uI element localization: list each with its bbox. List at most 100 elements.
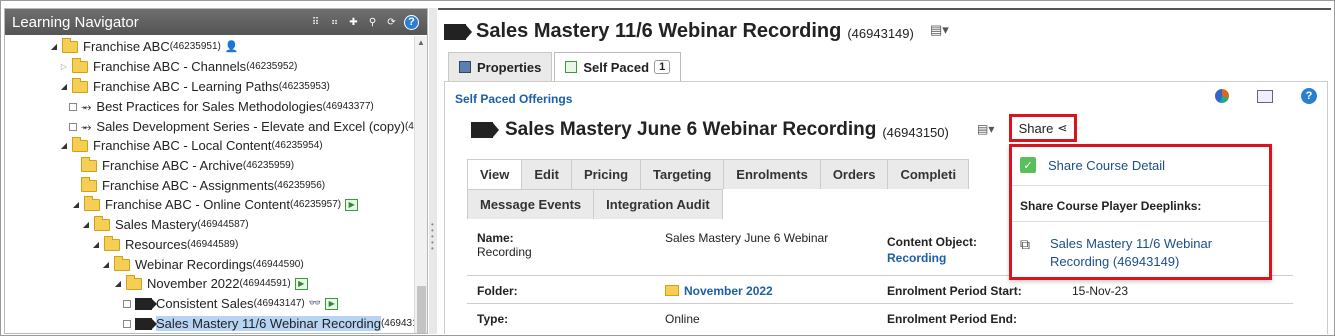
leaf-box-icon	[123, 299, 131, 308]
subtab-pricing[interactable]: Pricing	[570, 159, 642, 189]
offering-title-row: Sales Mastery June 6 Webinar Recording (…	[471, 119, 949, 141]
top-divider	[438, 8, 1331, 10]
tree-node-sales-mastery[interactable]: ◢ Sales Mastery (46944587)	[81, 215, 249, 234]
preview-icon[interactable]	[1257, 89, 1273, 103]
expanded-arrow-icon[interactable]: ◢	[71, 200, 81, 209]
tab-properties[interactable]: Properties	[448, 52, 553, 81]
panel-splitter[interactable]: • • • • •	[429, 8, 437, 334]
share-button[interactable]: Share ⋖	[1009, 114, 1077, 142]
tree-node-resources[interactable]: ◢ Resources (46944589)	[91, 235, 238, 254]
enrolment-start-value: 15-Nov-23	[1072, 284, 1129, 298]
offering-menu-icon[interactable]: ▤▾	[977, 122, 994, 136]
share-course-detail-item[interactable]: ✓ Share Course Detail	[1020, 157, 1165, 173]
folder-label: Folder:	[477, 284, 518, 298]
offering-id: (46943150)	[882, 124, 949, 140]
search-icon[interactable]: ⚲	[366, 16, 379, 29]
refresh-icon[interactable]: ⟳	[385, 16, 398, 29]
self-paced-play-icon	[565, 61, 578, 73]
page-title-row: Sales Mastery 11/6 Webinar Recording (46…	[444, 20, 914, 43]
folder-open-icon	[104, 235, 120, 251]
help-icon[interactable]: ?	[1301, 88, 1317, 104]
tab-count-badge: 1	[654, 60, 671, 74]
video-camera-icon	[444, 23, 472, 40]
expanded-arrow-icon[interactable]: ◢	[101, 260, 111, 269]
menu-divider	[1012, 185, 1269, 186]
folder-icon	[72, 57, 88, 73]
navigator-toolbar: ⠿ ⠶ ✚ ⚲ ⟳ ?	[309, 14, 427, 30]
video-camera-icon	[471, 122, 499, 138]
expanded-arrow-icon[interactable]: ◢	[81, 220, 91, 229]
subtab-orders[interactable]: Orders	[819, 159, 889, 189]
learning-navigator-panel: Learning Navigator ⠿ ⠶ ✚ ⚲ ⟳ ? ◢ Franchi…	[4, 8, 428, 334]
enrolment-start-label: Enrolment Period Start:	[887, 284, 1022, 298]
navigator-header: Learning Navigator ⠿ ⠶ ✚ ⚲ ⟳ ?	[5, 9, 427, 35]
expanded-arrow-icon[interactable]: ◢	[59, 141, 69, 150]
tree-node-selected-webinar[interactable]: Sales Mastery 11/6 Webinar Recording (469…	[123, 314, 418, 333]
expanded-arrow-icon[interactable]: ◢	[49, 42, 59, 51]
tab-self-paced[interactable]: Self Paced 1	[554, 52, 682, 81]
section-label: Self Paced Offerings	[455, 92, 573, 106]
video-camera-icon	[135, 317, 157, 330]
self-paced-play-icon: ▶	[345, 198, 359, 211]
expanded-arrow-icon[interactable]: ◢	[91, 240, 101, 249]
panel-toolbar: ?	[1215, 88, 1317, 104]
tree-node-webinar-recordings[interactable]: ◢ Webinar Recordings (46944590)	[101, 255, 304, 274]
tree-node-sales-development[interactable]: ⥇ Sales Development Series - Elevate and…	[69, 117, 414, 136]
subtab-targeting[interactable]: Targeting	[640, 159, 725, 189]
pie-chart-icon[interactable]	[1215, 89, 1229, 103]
tree-node-online-content[interactable]: ◢ Franchise ABC - Online Content (4623595…	[71, 195, 359, 214]
content-object-link[interactable]: Recording	[887, 251, 946, 265]
person-icon: 👤	[224, 41, 239, 53]
help-icon[interactable]: ?	[404, 14, 419, 30]
tree-node-archive[interactable]: Franchise ABC - Archive (46235959)	[81, 156, 294, 175]
folder-open-icon	[62, 37, 78, 53]
subtab-message-events[interactable]: Message Events	[467, 189, 595, 219]
expanded-arrow-icon[interactable]: ◢	[59, 82, 69, 91]
type-label: Type:	[477, 312, 509, 326]
actions-menu-icon[interactable]: ▤▾	[930, 22, 949, 38]
share-icon: ⋖	[1057, 121, 1068, 135]
tree-node-channels[interactable]: ▷ Franchise ABC - Channels (46235952)	[59, 57, 297, 76]
properties-icon	[459, 61, 471, 73]
add-icon[interactable]: ✚	[347, 16, 360, 29]
copy-icon: ⧉	[1020, 236, 1030, 252]
tree-node-learning-paths[interactable]: ◢ Franchise ABC - Learning Paths (4623595…	[59, 77, 330, 96]
tree-node-local-content[interactable]: ◢ Franchise ABC - Local Content (46235954…	[59, 136, 323, 155]
leaf-box-icon	[123, 319, 131, 328]
type-value: Online	[665, 312, 700, 326]
page-title: Sales Mastery 11/6 Webinar Recording	[476, 20, 842, 42]
enrolment-end-label: Enrolment Period End:	[887, 312, 1018, 326]
self-paced-play-icon: ▶	[294, 277, 308, 290]
expanded-arrow-icon[interactable]: ◢	[113, 279, 123, 288]
deeplink-item[interactable]: ⧉ Sales Mastery 11/6 Webinar Recording (…	[1020, 235, 1212, 271]
learning-path-icon: ⥇	[81, 118, 92, 134]
navigator-scrollbar[interactable]: ▲	[414, 36, 427, 333]
tree-node-november-2022[interactable]: ◢ November 2022 (46944591) ▶	[113, 274, 308, 293]
navigator-tree: ◢ Franchise ABC (46235951) 👤 ▷ Franchise …	[5, 35, 427, 333]
scrollbar-thumb[interactable]	[417, 286, 426, 333]
scroll-up-arrow-icon[interactable]: ▲	[417, 38, 425, 47]
subtab-enrolments[interactable]: Enrolments	[723, 159, 821, 189]
video-camera-icon	[135, 297, 157, 310]
expand-all-icon[interactable]: ⠿	[309, 16, 322, 29]
collapse-all-icon[interactable]: ⠶	[328, 16, 341, 29]
leaf-box-icon	[69, 122, 77, 131]
tab-bar: Properties Self Paced 1	[448, 52, 683, 81]
subtab-integration-audit[interactable]: Integration Audit	[593, 189, 723, 219]
folder-open-icon	[126, 274, 142, 290]
name-value-wrap: Recording	[477, 245, 532, 259]
subtab-view[interactable]: View	[467, 159, 523, 189]
tree-node-best-practices[interactable]: ⥇ Best Practices for Sales Methodologies…	[69, 97, 374, 116]
folder-open-icon	[72, 77, 88, 93]
tree-node-assignments[interactable]: Franchise ABC - Assignments (46235956)	[81, 176, 325, 195]
subtab-edit[interactable]: Edit	[521, 159, 572, 189]
subtab-completion[interactable]: Completi	[887, 159, 970, 189]
share-dropdown-menu: ✓ Share Course Detail Share Course Playe…	[1009, 144, 1272, 280]
collapsed-arrow-icon[interactable]: ▷	[59, 62, 69, 71]
tree-node-consistent-sales[interactable]: Consistent Sales (46943147) 👓 ▶	[123, 294, 339, 313]
folder-icon	[81, 156, 97, 172]
folder-open-icon	[72, 136, 88, 152]
offering-title: Sales Mastery June 6 Webinar Recording	[505, 119, 877, 140]
tree-node-franchise-abc[interactable]: ◢ Franchise ABC (46235951) 👤	[49, 37, 239, 56]
folder-link[interactable]: November 2022	[665, 284, 773, 298]
